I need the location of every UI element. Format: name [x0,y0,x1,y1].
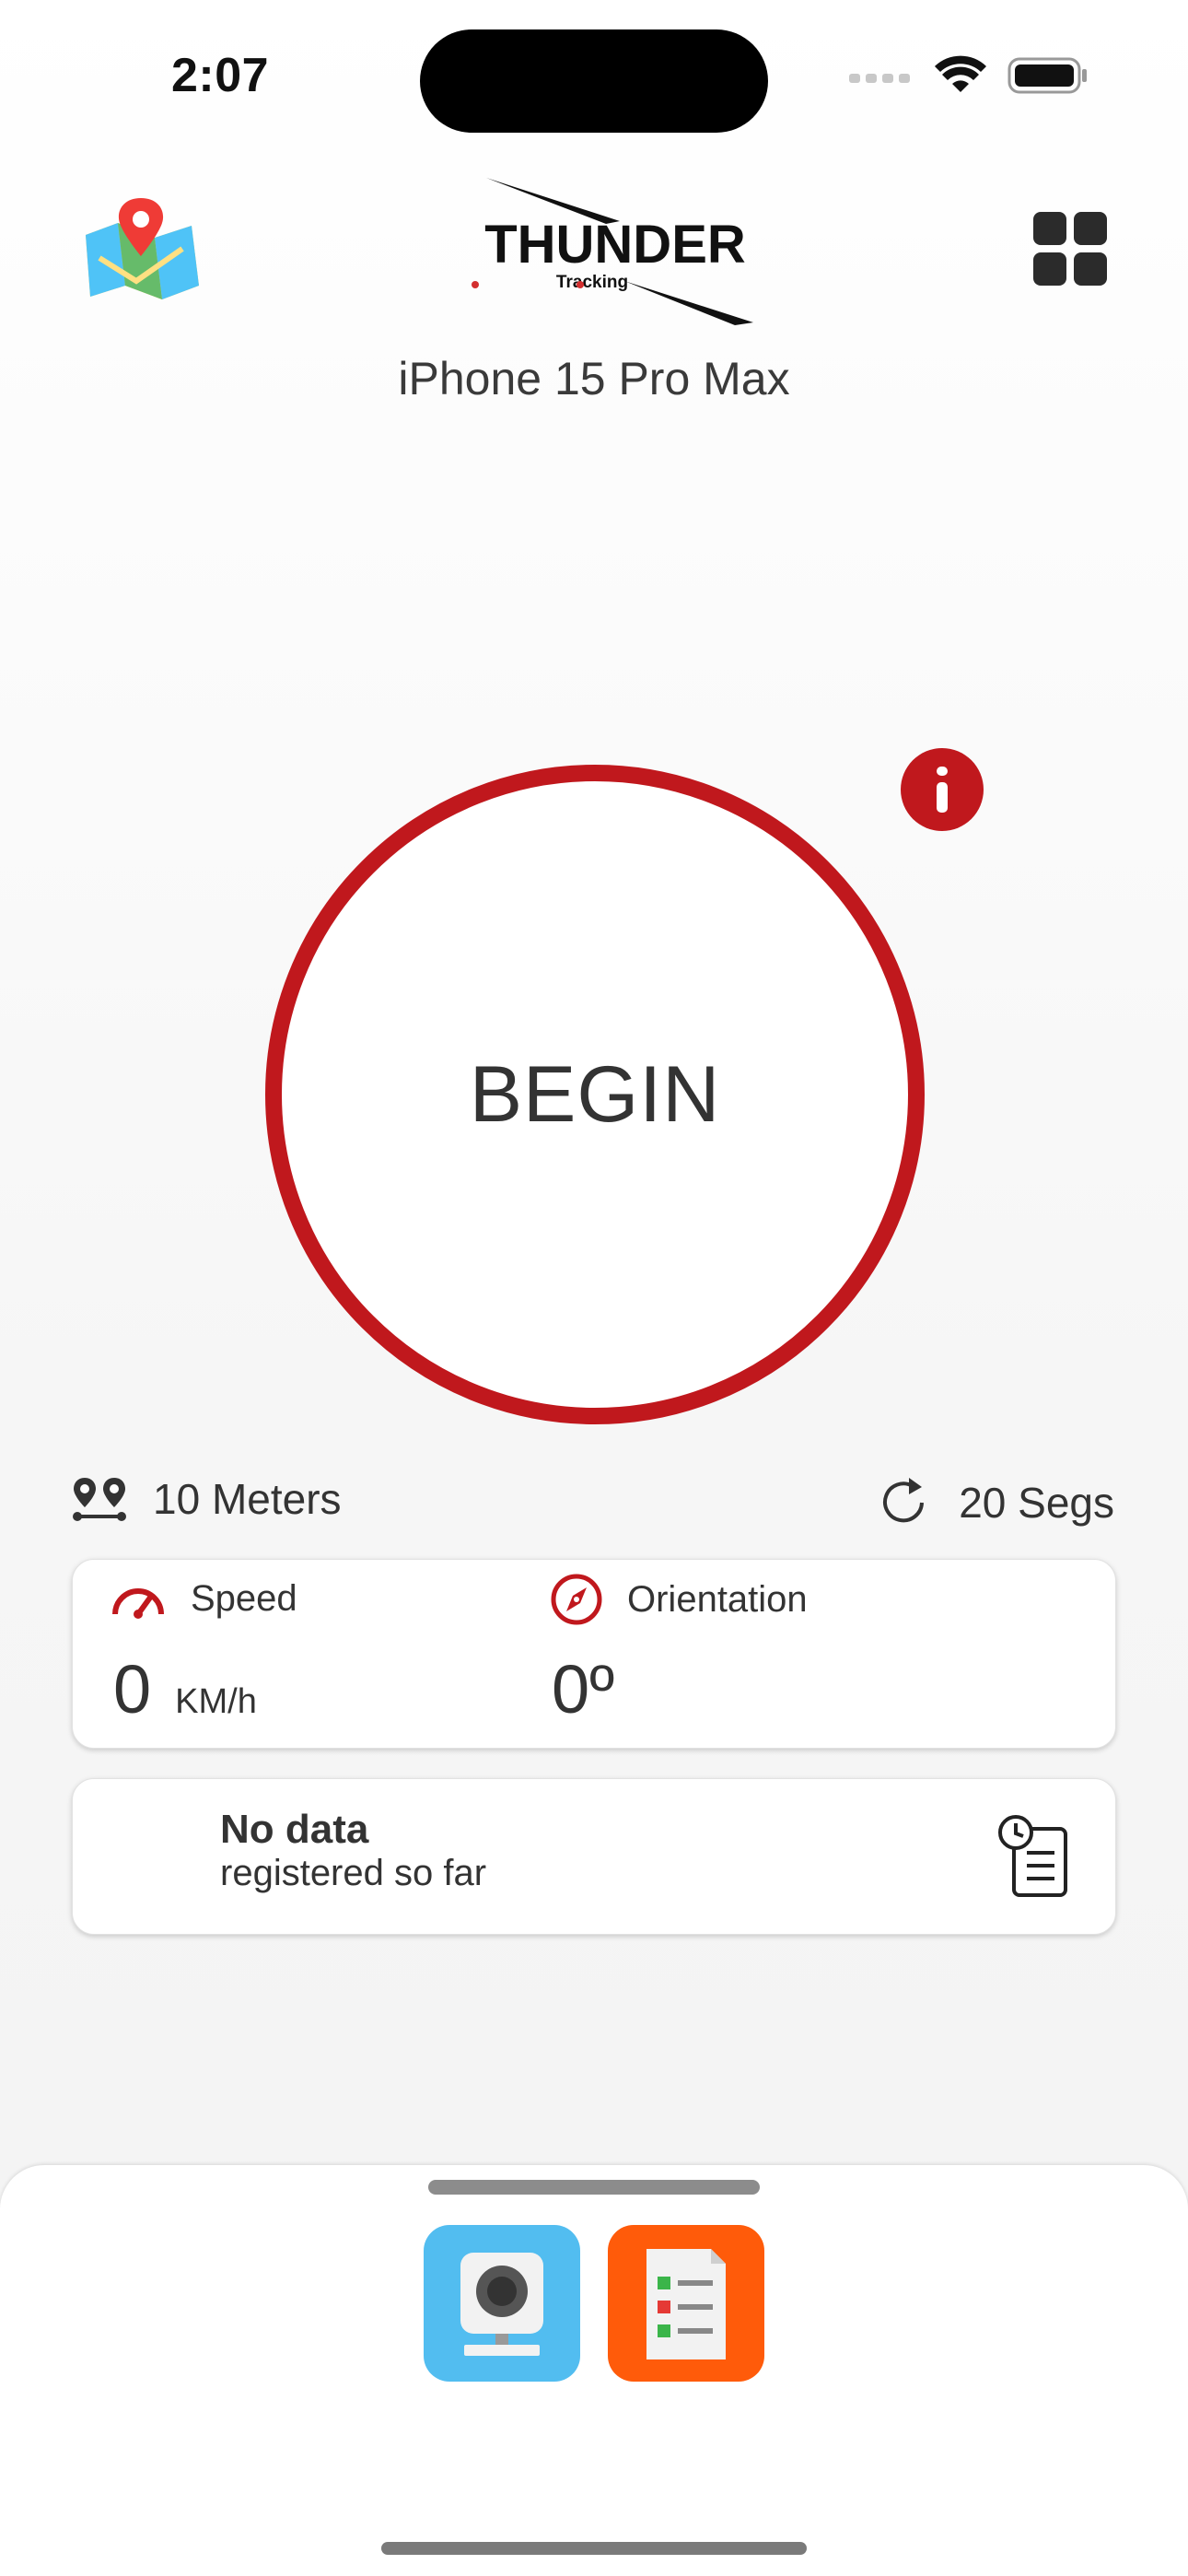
interval-value: 20 Segs [959,1479,1114,1527]
map-button[interactable] [81,193,201,309]
compass-icon [551,1574,602,1625]
orientation-readout: 0º [552,1650,614,1728]
report-app-icon [646,2249,726,2359]
status-time: 2:07 [171,49,270,102]
grid-menu-icon-cell [1074,212,1107,245]
records-text: No data registered so far [220,1807,486,1894]
speed-title: Speed [191,1578,297,1619]
sheet-drag-handle[interactable] [428,2180,760,2195]
device-name: iPhone 15 Pro Max [398,353,790,404]
orientation-value: 0º [552,1651,615,1727]
speed-readout: 0 KM/h [113,1650,257,1728]
dynamic-island [420,29,768,133]
speed-unit: KM/h [175,1682,257,1721]
begin-button[interactable]: BEGIN [265,765,925,1424]
info-icon [937,767,948,813]
map-icon [86,198,199,299]
waypoints-icon [73,1478,126,1521]
distance-stat: 10 Meters [72,1474,342,1524]
webcam-app-icon [460,2253,543,2356]
grid-menu-icon-cell [1033,212,1066,245]
camera-app-button[interactable] [424,2225,580,2382]
orientation-title: Orientation [627,1578,808,1620]
bottom-sheet [0,2165,1188,2576]
refresh-icon [883,1478,925,1523]
metrics-card: Speed 0 KM/h Orientation 0º [72,1559,1116,1749]
begin-label: BEGIN [469,1049,721,1139]
clipboard-clock-icon[interactable] [997,1814,1071,1901]
records-subtitle: registered so far [220,1853,487,1893]
cellular-signal-icon [849,74,910,83]
battery-icon [1007,57,1087,94]
speed-header: Speed [110,1578,297,1620]
menu-grid-button[interactable] [1033,212,1107,286]
grid-menu-icon-cell [1074,252,1107,286]
report-app-button[interactable] [608,2225,764,2382]
records-card[interactable]: No data registered so far [72,1778,1116,1935]
speedometer-icon [112,1587,164,1619]
thunder-logo: THUNDER Tracking [459,170,772,327]
distance-value: 10 Meters [153,1475,342,1523]
info-button[interactable] [901,748,984,831]
wifi-icon [935,55,986,92]
interval-stat: 20 Segs [876,1474,1114,1531]
grid-menu-icon-cell [1033,252,1066,286]
logo-subtext: Tracking [556,273,628,292]
home-indicator[interactable] [381,2542,807,2555]
records-title: No data [220,1807,369,1852]
orientation-header: Orientation [550,1573,808,1626]
status-icons [849,55,1089,96]
logo-text: THUNDER [484,215,746,275]
speed-value: 0 [113,1651,152,1727]
